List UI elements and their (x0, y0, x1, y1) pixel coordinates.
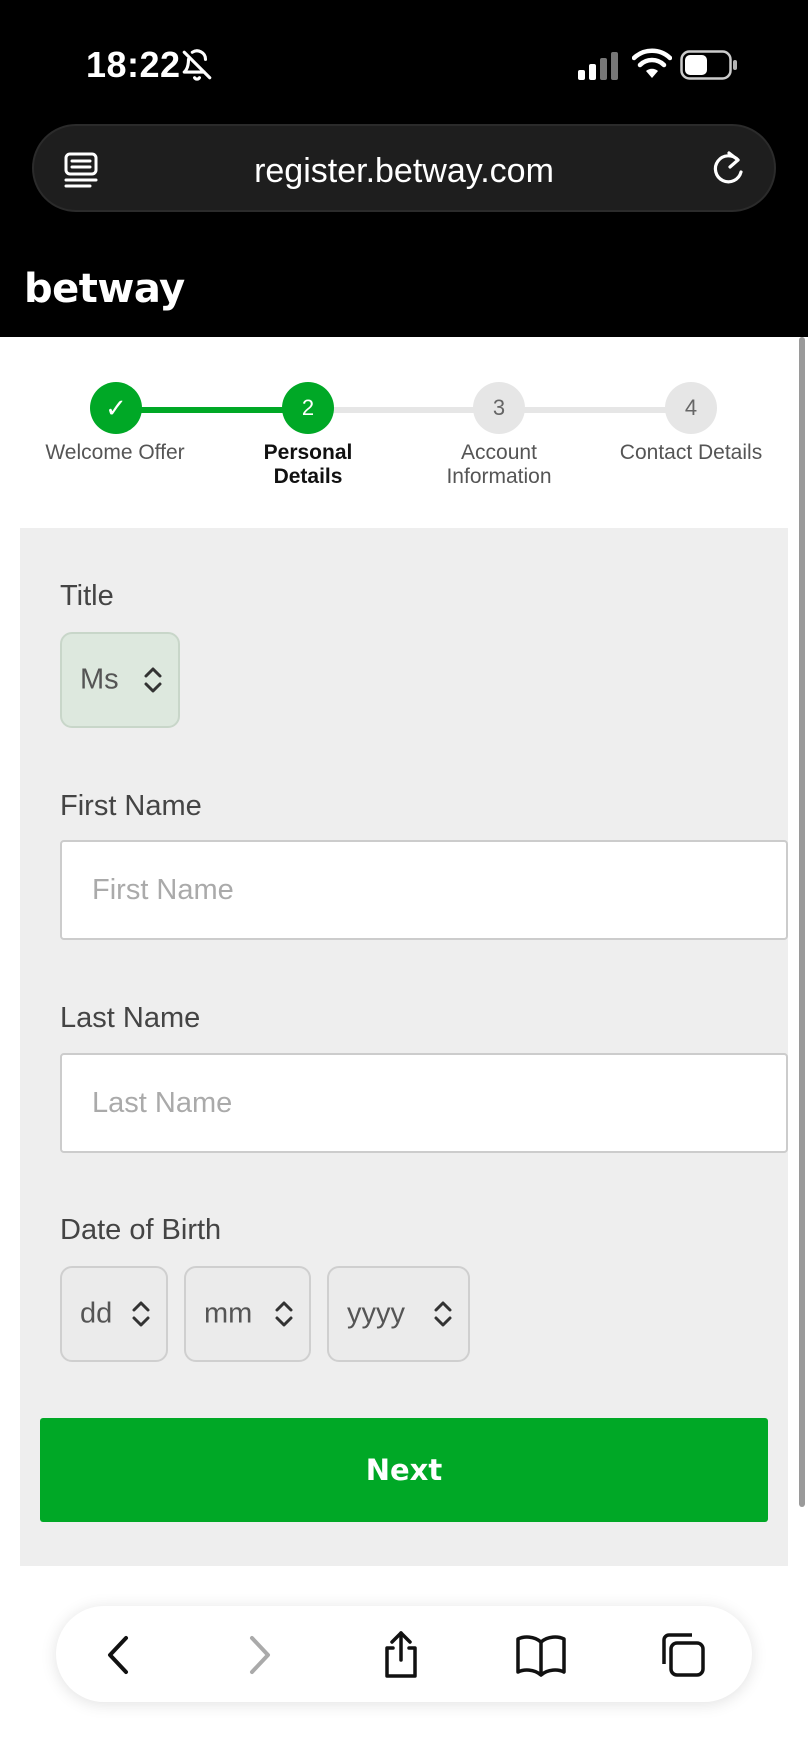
step-1-label: Welcome Offer (25, 441, 205, 465)
dob-year-value: yyyy (347, 1297, 405, 1330)
reload-icon[interactable] (708, 148, 748, 188)
step-4-circle[interactable]: 4 (665, 382, 717, 434)
step-2-label: Personal Details (218, 441, 398, 489)
step-2-label-line2: Details (273, 465, 343, 488)
status-bar: 18:22 (0, 0, 808, 120)
battery-icon (680, 50, 737, 80)
url-bar[interactable]: register.betway.com (32, 124, 776, 212)
chevron-up-down-icon (275, 1301, 293, 1327)
browser-toolbar (56, 1606, 752, 1702)
step-3-label: Account Information (409, 441, 589, 489)
step-4-label: Contact Details (601, 441, 781, 465)
chevron-up-down-icon (434, 1301, 452, 1327)
last-name-input[interactable] (62, 1055, 786, 1151)
tabs-icon[interactable] (658, 1630, 708, 1680)
last-name-label: Last Name (60, 1002, 201, 1034)
dob-month-value: mm (204, 1297, 253, 1330)
signal-icon (578, 52, 618, 80)
registration-stepper: ✓ 2 3 4 Welcome Offer Personal Details A… (0, 337, 808, 527)
title-select[interactable]: Ms (60, 632, 180, 728)
title-select-value: Ms (80, 663, 119, 696)
url-text[interactable]: register.betway.com (34, 152, 774, 191)
step-3-circle[interactable]: 3 (473, 382, 525, 434)
step-1-label-line1: Welcome Offer (45, 441, 185, 464)
betway-logo[interactable]: betway (24, 266, 185, 312)
last-name-field[interactable] (60, 1053, 788, 1153)
back-icon[interactable] (94, 1630, 144, 1680)
personal-details-form: Title Ms First Name Last Name Date of Bi… (20, 528, 788, 1566)
dob-year-select[interactable]: yyyy (327, 1266, 470, 1362)
forward-icon[interactable] (234, 1630, 284, 1680)
dob-month-select[interactable]: mm (184, 1266, 311, 1362)
browser-chrome: 18:22 register.betway.com betway (0, 0, 808, 337)
dob-label: Date of Birth (60, 1214, 222, 1246)
first-name-input[interactable] (62, 842, 786, 938)
chevron-up-down-icon (132, 1301, 150, 1327)
title-label: Title (60, 580, 114, 612)
chevron-up-down-icon (144, 667, 162, 693)
next-button[interactable]: Next (40, 1418, 768, 1522)
share-icon[interactable] (376, 1630, 426, 1680)
step-2-circle[interactable]: 2 (282, 382, 334, 434)
dob-day-select[interactable]: dd (60, 1266, 168, 1362)
bell-slash-icon (182, 49, 212, 81)
step-2-label-line1: Personal (263, 441, 353, 464)
first-name-field[interactable] (60, 840, 788, 940)
bookmarks-icon[interactable] (516, 1630, 566, 1680)
status-time: 18:22 (86, 44, 181, 85)
first-name-label: First Name (60, 790, 202, 822)
step-3-label-line1: Account (461, 441, 537, 464)
wifi-icon (632, 48, 672, 78)
step-4-label-line1: Contact Details (619, 441, 763, 464)
dob-day-value: dd (80, 1297, 113, 1330)
stepper-track-done (115, 407, 307, 413)
step-1-circle[interactable]: ✓ (90, 382, 142, 434)
step-3-label-line2: Information (446, 465, 552, 488)
